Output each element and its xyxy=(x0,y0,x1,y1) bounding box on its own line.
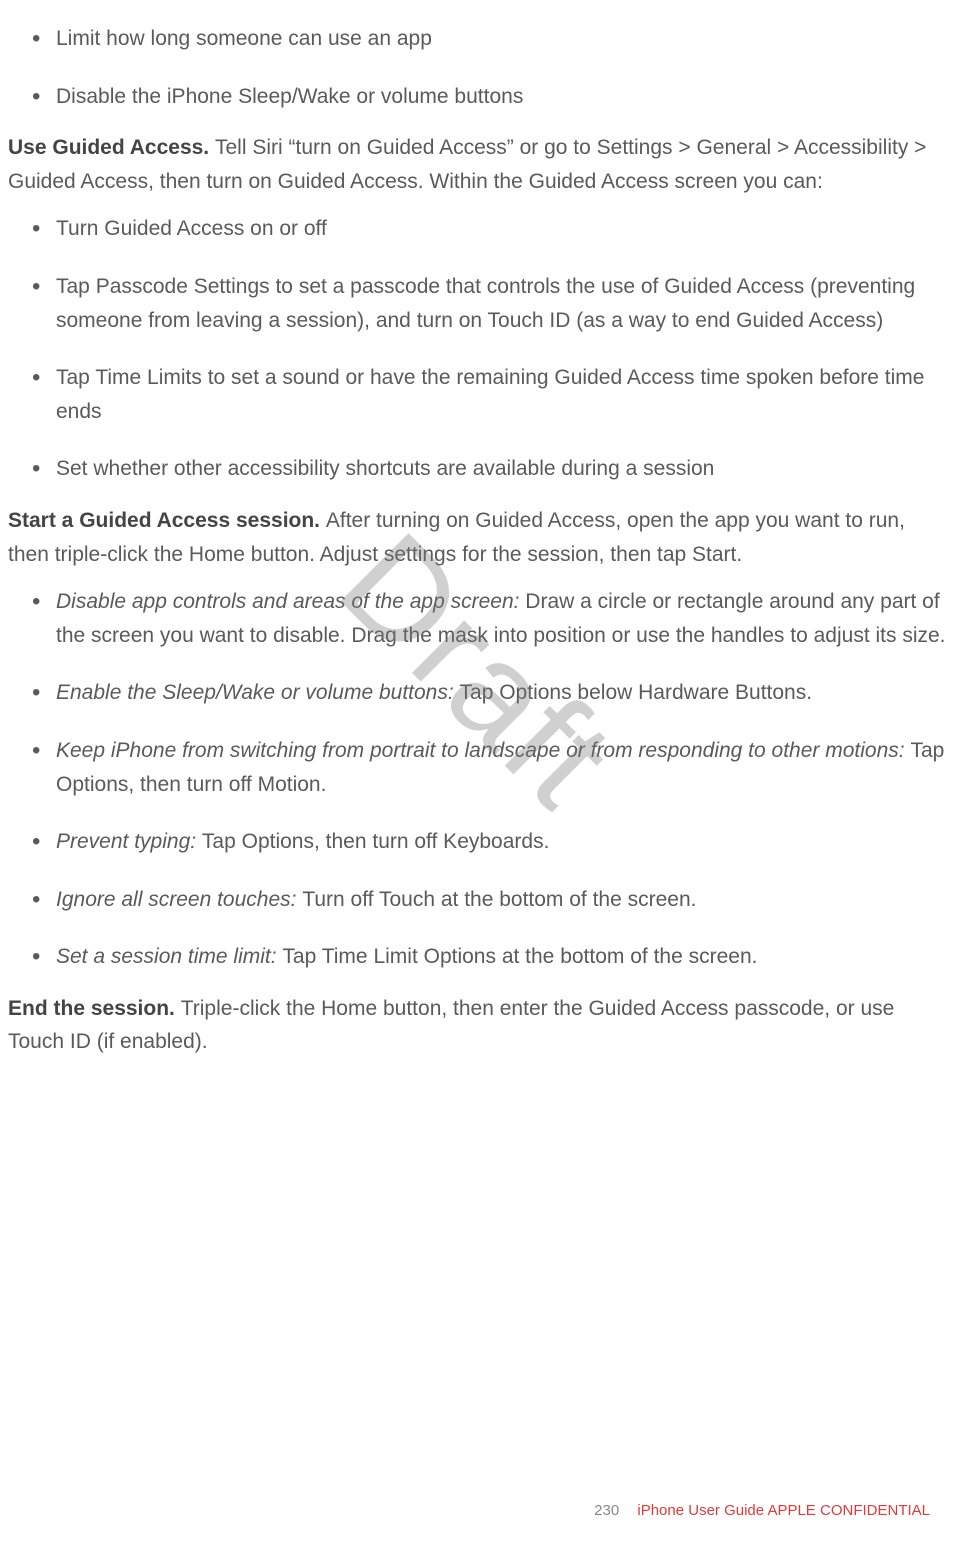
list-item: Tap Passcode Settings to set a passcode … xyxy=(38,270,946,337)
list-text: Tap Time Limit Options at the bottom of … xyxy=(282,945,757,968)
list-item: Disable app controls and areas of the ap… xyxy=(38,585,946,652)
list-text: Set whether other accessibility shortcut… xyxy=(56,457,714,480)
list-text: Disable the iPhone Sleep/Wake or volume … xyxy=(56,85,523,108)
list-text: Turn Guided Access on or off xyxy=(56,217,327,240)
list-ital: Keep iPhone from switching from portrait… xyxy=(56,739,910,762)
page-content: Limit how long someone can use an app Di… xyxy=(8,22,946,1059)
paragraph-use-guided-access: Use Guided Access. Tell Siri “turn on Gu… xyxy=(8,131,946,198)
para-bold: Start a Guided Access session. xyxy=(8,509,326,532)
list-text: Tap Passcode Settings to set a passcode … xyxy=(56,275,915,332)
para-bold: End the session. xyxy=(8,997,181,1020)
list-ital: Enable the Sleep/Wake or volume buttons: xyxy=(56,681,460,704)
list-ital: Prevent typing: xyxy=(56,830,202,853)
list-item: Keep iPhone from switching from portrait… xyxy=(38,734,946,801)
list-text: Tap Options, then turn off Keyboards. xyxy=(202,830,550,853)
session-settings-list: Disable app controls and areas of the ap… xyxy=(8,585,946,974)
list-ital: Disable app controls and areas of the ap… xyxy=(56,590,525,613)
list-item: Disable the iPhone Sleep/Wake or volume … xyxy=(38,80,946,114)
footer-title: iPhone User Guide APPLE CONFIDENTIAL xyxy=(637,1502,930,1519)
guided-access-options-list: Turn Guided Access on or off Tap Passcod… xyxy=(8,212,946,486)
list-text: Limit how long someone can use an app xyxy=(56,27,432,50)
list-item: Set whether other accessibility shortcut… xyxy=(38,452,946,486)
list-item: Prevent typing: Tap Options, then turn o… xyxy=(38,825,946,859)
page-number: 230 xyxy=(594,1502,619,1519)
paragraph-end-session: End the session. Triple-click the Home b… xyxy=(8,992,946,1059)
list-ital: Set a session time limit: xyxy=(56,945,282,968)
page-footer: 230 iPhone User Guide APPLE CONFIDENTIAL xyxy=(594,1499,930,1523)
list-item: Set a session time limit: Tap Time Limit… xyxy=(38,940,946,974)
list-text: Turn off Touch at the bottom of the scre… xyxy=(302,888,696,911)
list-item: Limit how long someone can use an app xyxy=(38,22,946,56)
intro-list: Limit how long someone can use an app Di… xyxy=(8,22,946,113)
list-item: Enable the Sleep/Wake or volume buttons:… xyxy=(38,676,946,710)
list-item: Tap Time Limits to set a sound or have t… xyxy=(38,361,946,428)
list-item: Ignore all screen touches: Turn off Touc… xyxy=(38,883,946,917)
list-ital: Ignore all screen touches: xyxy=(56,888,302,911)
list-text: Tap Options below Hardware Buttons. xyxy=(460,681,813,704)
para-bold: Use Guided Access. xyxy=(8,136,215,159)
list-text: Tap Time Limits to set a sound or have t… xyxy=(56,366,924,423)
list-item: Turn Guided Access on or off xyxy=(38,212,946,246)
paragraph-start-session: Start a Guided Access session. After tur… xyxy=(8,504,946,571)
